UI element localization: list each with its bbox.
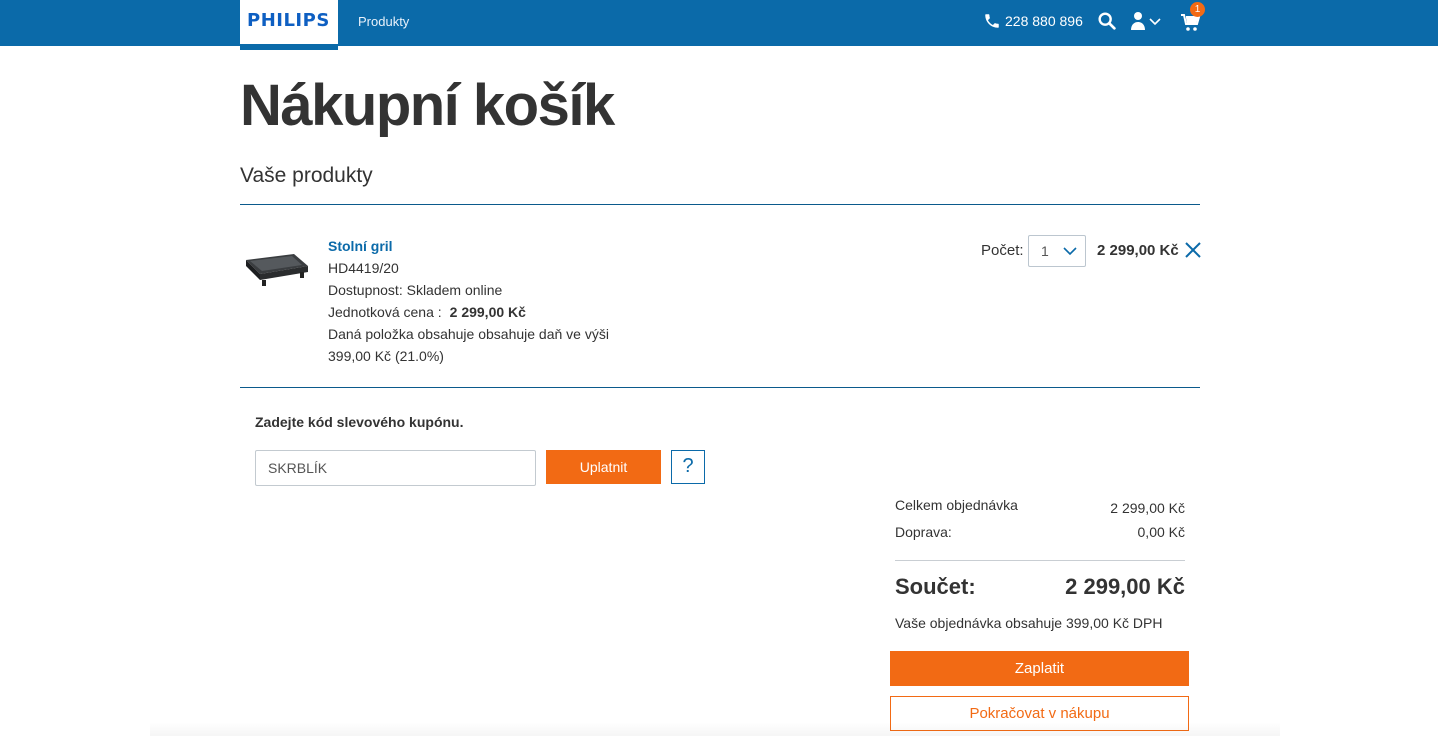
product-details: Stolní gril HD4419/20 Dostupnost: Sklade… xyxy=(328,235,609,367)
order-total-label: Celkem objednávka xyxy=(895,497,1018,513)
close-icon[interactable] xyxy=(1184,241,1202,259)
product-name-link[interactable]: Stolní gril xyxy=(328,235,609,257)
top-header: PHILIPS Produkty 228 880 896 1 xyxy=(0,0,1438,50)
user-icon xyxy=(1131,12,1145,30)
logo-text: PHILIPS xyxy=(247,10,330,31)
shipping-value: 0,00 Kč xyxy=(1137,524,1185,540)
quantity-value: 1 xyxy=(1041,243,1049,259)
coupon-input[interactable] xyxy=(255,450,536,486)
philips-logo[interactable]: PHILIPS xyxy=(240,0,338,50)
phone-number: 228 880 896 xyxy=(1005,13,1083,29)
chevron-down-icon xyxy=(1149,18,1161,26)
account-menu-button[interactable] xyxy=(1129,11,1161,31)
phone-icon xyxy=(985,14,999,28)
order-total-value: 2 299,00 Kč xyxy=(1110,500,1185,516)
nav-products-link[interactable]: Produkty xyxy=(358,14,409,29)
product-tax-note-line1: Daná položka obsahuje obsahuje daň ve vý… xyxy=(328,326,609,342)
chevron-down-icon xyxy=(1063,247,1077,256)
product-image[interactable] xyxy=(242,246,310,290)
grand-total-label: Součet: xyxy=(895,574,976,599)
unit-price-row: Jednotková cena : 2 299,00 Kč xyxy=(328,301,609,323)
product-model: HD4419/20 xyxy=(328,260,399,276)
quantity-select[interactable]: 1 xyxy=(1028,235,1086,267)
phone-link[interactable]: 228 880 896 xyxy=(983,12,1083,30)
apply-coupon-button[interactable]: Uplatnit xyxy=(546,450,661,484)
shipping-label: Doprava: xyxy=(895,524,952,540)
page-title: Nákupní košík xyxy=(240,73,615,138)
grand-total-value: 2 299,00 Kč xyxy=(1065,574,1185,599)
logo-underline xyxy=(240,44,338,50)
coupon-label: Zadejte kód slevového kupónu. xyxy=(255,414,464,430)
product-availability: Dostupnost: Skladem online xyxy=(328,282,503,298)
quantity-label: Počet: xyxy=(981,242,1024,259)
line-total-price: 2 299,00 Kč xyxy=(1097,242,1179,259)
footer-shadow xyxy=(150,722,1280,736)
unit-price-value: 2 299,00 Kč xyxy=(449,304,526,320)
unit-price-label: Jednotková cena : xyxy=(328,304,442,320)
search-icon[interactable] xyxy=(1096,10,1118,32)
cart-count-badge: 1 xyxy=(1190,2,1205,17)
vat-note: Vaše objednávka obsahuje 399,00 Kč DPH xyxy=(895,615,1163,631)
coupon-help-button[interactable]: ? xyxy=(671,450,705,484)
product-divider xyxy=(240,387,1200,388)
section-divider xyxy=(240,204,1200,205)
pay-button[interactable]: Zaplatit xyxy=(890,651,1189,686)
product-tax-note-line2: 399,00 Kč (21.0%) xyxy=(328,348,444,364)
section-title: Vaše produkty xyxy=(240,164,373,187)
summary-divider xyxy=(895,560,1185,561)
